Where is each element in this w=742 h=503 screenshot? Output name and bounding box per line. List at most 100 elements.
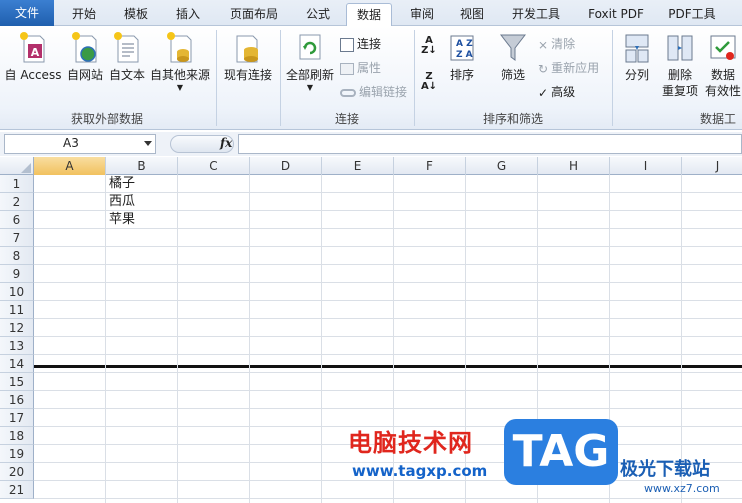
reapply-button[interactable]: ↻ 重新应用 (538, 58, 599, 78)
sort-button[interactable]: A Z Z A 排序 (444, 30, 480, 83)
column-header-g[interactable]: G (466, 157, 538, 175)
from-access-label: 自 Access (4, 68, 62, 82)
tab-template[interactable]: 模板 (114, 3, 158, 26)
clear-filter-icon: ⨯ (538, 37, 549, 52)
existing-connections-button[interactable]: 现有连接 (218, 30, 278, 83)
group-separator (612, 30, 613, 126)
select-all-button[interactable] (0, 157, 34, 175)
table-row (34, 301, 742, 319)
tab-file[interactable]: 文件 (0, 0, 54, 26)
refresh-all-label: 全部刷新 (285, 68, 334, 82)
access-icon: A (20, 32, 45, 63)
text-to-columns-button[interactable]: 分列 (616, 30, 658, 83)
row-header-2[interactable]: 2 (0, 193, 34, 211)
name-box[interactable]: A3 (4, 134, 156, 154)
tab-formulas[interactable]: 公式 (296, 3, 340, 26)
tab-developer[interactable]: 开发工具 (502, 3, 570, 26)
table-row (34, 373, 742, 391)
row-header-19[interactable]: 19 (0, 445, 34, 463)
insert-function-button[interactable]: fx (170, 135, 234, 153)
row-header-8[interactable]: 8 (0, 247, 34, 265)
advanced-filter-button[interactable]: ✓ 高级 (538, 82, 575, 102)
tab-home[interactable]: 开始 (62, 3, 106, 26)
row-header-18[interactable]: 18 (0, 427, 34, 445)
link-icon (340, 88, 356, 97)
column-header-c[interactable]: C (178, 157, 250, 175)
data-validation-label-2: 有效性 (704, 84, 741, 98)
row-header-6[interactable]: 6 (0, 211, 34, 229)
properties-button[interactable]: 属性 (340, 58, 381, 78)
group-separator (414, 30, 415, 126)
web-icon (72, 32, 97, 63)
from-web-label: 自网站 (66, 68, 103, 82)
row-header-15[interactable]: 15 (0, 373, 34, 391)
row-header-21[interactable]: 21 (0, 481, 34, 499)
ribbon-tab-bar: 文件 开始 模板 插入 页面布局 公式 数据 审阅 视图 开发工具 Foxit … (0, 0, 742, 27)
cell-b6[interactable]: 苹果 (106, 211, 178, 229)
tab-insert[interactable]: 插入 (166, 3, 210, 26)
clear-filter-button[interactable]: ⨯ 清除 (538, 34, 575, 54)
tab-page-layout[interactable]: 页面布局 (220, 3, 288, 26)
from-text-label: 自文本 (108, 68, 145, 82)
column-header-d[interactable]: D (250, 157, 322, 175)
from-text-button[interactable]: 自文本 (106, 30, 148, 83)
refresh-all-button[interactable]: 全部刷新 ▼ (282, 30, 338, 93)
column-header-i[interactable]: I (610, 157, 682, 175)
formula-input[interactable] (238, 134, 742, 154)
column-header-e[interactable]: E (322, 157, 394, 175)
tab-pdf-tools[interactable]: PDF工具 (660, 3, 724, 26)
column-header-j[interactable]: J (682, 157, 742, 175)
group-label-sort-filter: 排序和筛选 (482, 112, 543, 126)
chevron-down-icon[interactable] (144, 141, 152, 146)
group-separator (280, 30, 281, 126)
connections-button[interactable]: 连接 (340, 34, 381, 54)
text-to-columns-label: 分列 (624, 68, 649, 82)
data-validation-button[interactable]: 数据 有效性 (702, 30, 742, 99)
sort-ascending-button[interactable]: A Z↓ (418, 36, 440, 56)
sort-descending-button[interactable]: Z A↓ (418, 72, 440, 92)
tab-view[interactable]: 视图 (450, 3, 494, 26)
row-header-16[interactable]: 16 (0, 391, 34, 409)
dropdown-arrow-icon: ▼ (306, 83, 314, 92)
row-header-7[interactable]: 7 (0, 229, 34, 247)
column-header-a[interactable]: A (34, 157, 106, 175)
from-web-button[interactable]: 自网站 (64, 30, 106, 83)
watermark-site-name: 极光下载站 (620, 459, 710, 480)
edit-links-button[interactable]: 编辑链接 (340, 82, 407, 102)
sort-za-icon: Z A↓ (420, 71, 438, 92)
sort-label: 排序 (449, 68, 474, 82)
table-row (34, 319, 742, 337)
table-row (34, 265, 742, 283)
column-header-bar: ABCDEFGHIJ (0, 157, 742, 175)
tab-foxit-pdf[interactable]: Foxit PDF (578, 3, 654, 26)
row-header-12[interactable]: 12 (0, 319, 34, 337)
filter-button[interactable]: 筛选 (494, 30, 532, 83)
cell-b2[interactable]: 西瓜 (106, 193, 178, 211)
row-header-20[interactable]: 20 (0, 463, 34, 481)
from-other-sources-button[interactable]: 自其他来源 ▼ (148, 30, 212, 93)
table-row (34, 391, 742, 409)
table-row (34, 283, 742, 301)
watermark-site-url: www.xz7.com (644, 482, 720, 495)
row-header-10[interactable]: 10 (0, 283, 34, 301)
row-header-13[interactable]: 13 (0, 337, 34, 355)
row-header-9[interactable]: 9 (0, 265, 34, 283)
formula-bar: A3 fx (0, 132, 742, 156)
table-row (34, 247, 742, 265)
row-header-14[interactable]: 14 (0, 355, 34, 373)
row-header-1[interactable]: 1 (0, 175, 34, 193)
row-header-17[interactable]: 17 (0, 409, 34, 427)
fx-icon: fx (220, 136, 233, 150)
tab-review[interactable]: 审阅 (400, 3, 444, 26)
column-header-f[interactable]: F (394, 157, 466, 175)
cell-b1[interactable]: 橘子 (106, 175, 178, 193)
column-header-b[interactable]: B (106, 157, 178, 175)
column-header-h[interactable]: H (538, 157, 610, 175)
table-row (34, 481, 742, 499)
group-label-connections: 连接 (334, 112, 359, 126)
svg-text:A Z: A Z (456, 39, 473, 49)
from-access-button[interactable]: A 自 Access (2, 30, 64, 83)
remove-duplicates-button[interactable]: 删除 重复项 (658, 30, 702, 99)
tab-data[interactable]: 数据 (346, 3, 392, 27)
row-header-11[interactable]: 11 (0, 301, 34, 319)
